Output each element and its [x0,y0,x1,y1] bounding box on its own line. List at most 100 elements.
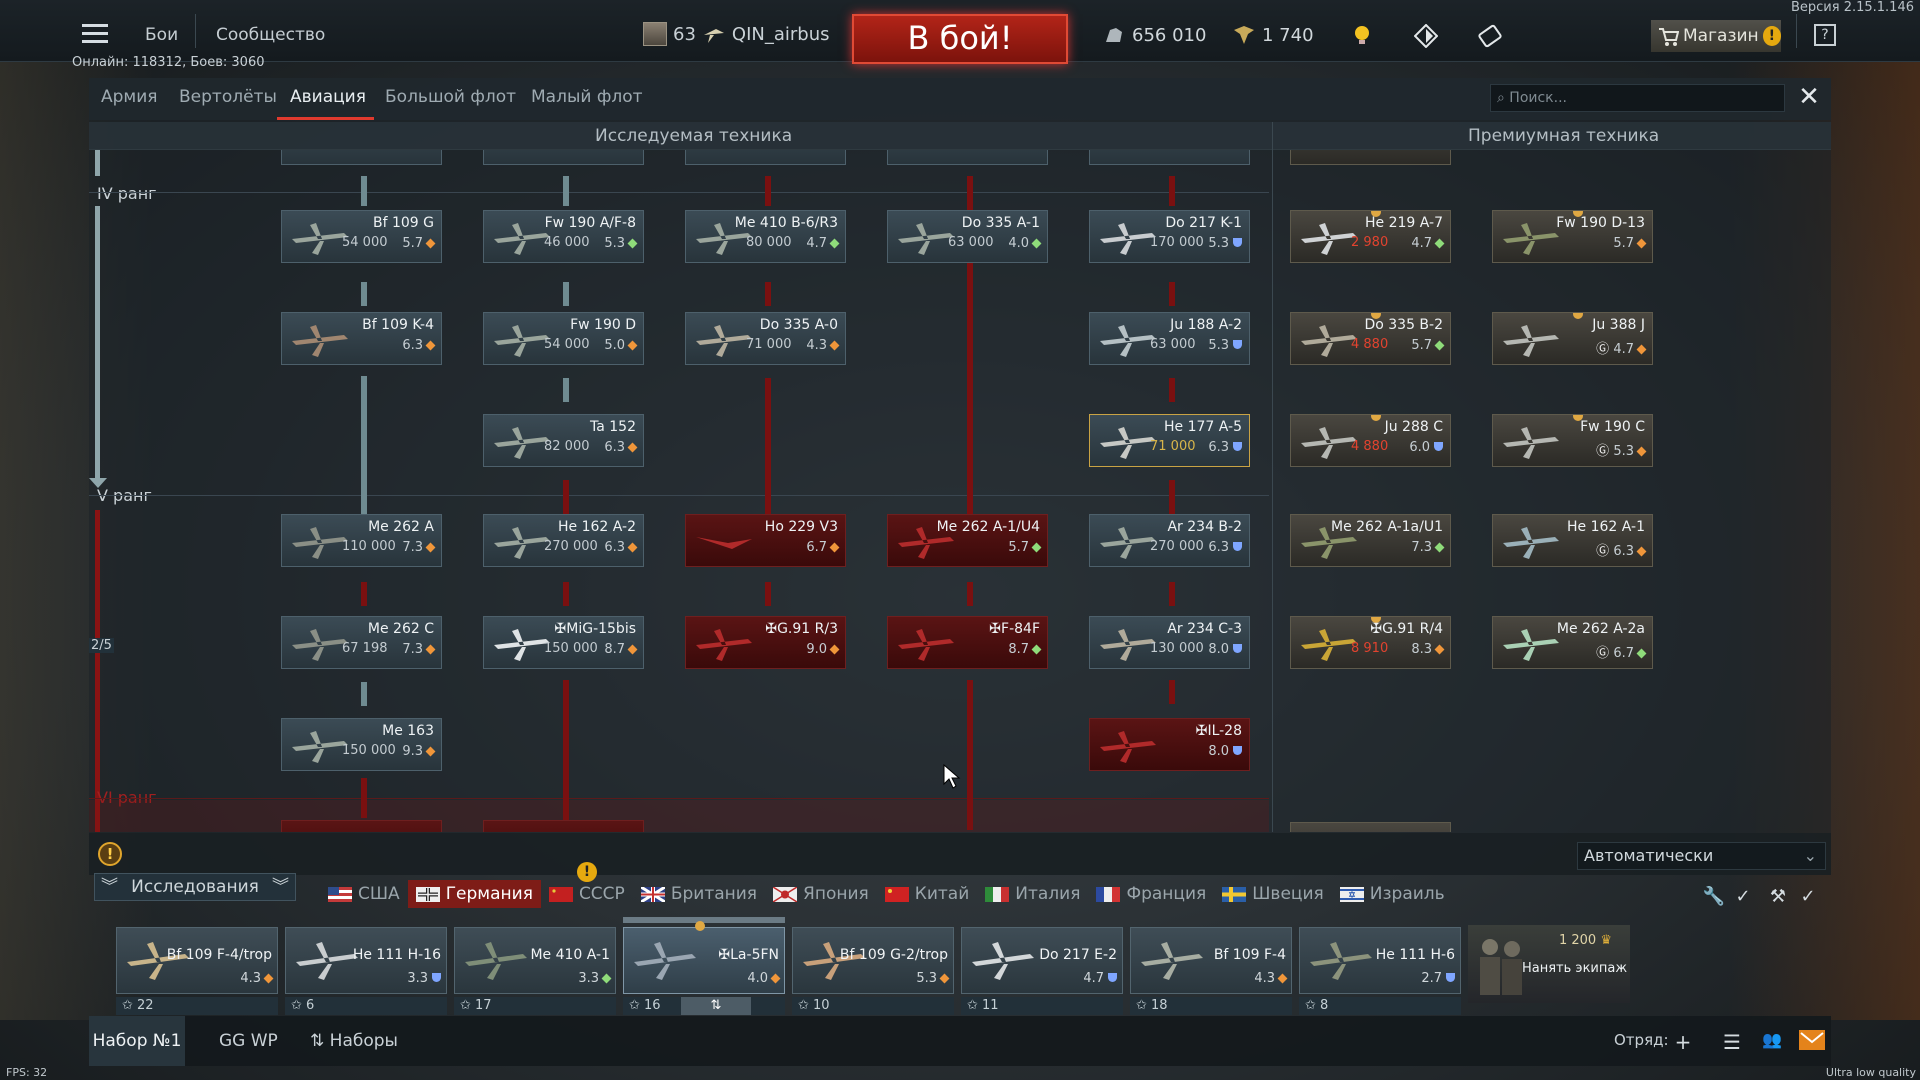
to-battle-button[interactable]: В бой! [852,14,1068,64]
vehicle-card[interactable]: Me 163 150 000 9.3 [281,718,442,771]
vehicle-card[interactable] [887,150,1048,165]
help-button[interactable]: ? [1814,24,1836,46]
vehicle-card[interactable] [685,150,846,165]
vehicle-card[interactable]: Ta 152 82 000 6.3 [483,414,644,467]
research-cost: 67 198 [342,641,388,656]
vehicle-card[interactable]: He 162 A-2 270 000 6.3 [483,514,644,567]
auto-select-dropdown[interactable]: Автоматически ⌄ [1577,842,1826,870]
vehicle-card[interactable] [1290,822,1451,832]
vehicle-card[interactable]: Do 217 K-1 170 000 5.3 [1089,210,1250,263]
vehicle-card[interactable]: He 162 A-1 Ⓖ 6.3 [1492,514,1653,567]
contacts-icon[interactable]: 👥 [1760,1030,1784,1052]
menu-icon[interactable] [82,24,108,43]
ussr-flag-icon [548,886,573,902]
vehicle-card[interactable]: He 177 A-5 71 000 6.3 [1089,414,1250,467]
hire-crew-button[interactable]: 1 200 ♛ Нанять экипаж [1468,925,1630,1003]
nation-tab-japan[interactable]: Япония [765,880,877,908]
swap-icon[interactable]: ⇅ [681,997,751,1015]
vehicle-card[interactable]: Me 262 C 67 198 7.3 [281,616,442,669]
vehicle-card[interactable]: Me 262 A-2a Ⓖ 6.7 [1492,616,1653,669]
purchase-cost: 2 980 [1351,235,1389,250]
tech-tree[interactable]: IV ранг V ранг 2/5 VI ранг Bf 109 G 54 00… [89,150,1831,832]
crew-slot[interactable]: Bf 109 F-4/trop 4.3 ✩ 22 [116,927,278,1021]
vehicle-card[interactable]: Fw 190 C Ⓖ 5.3 [1492,414,1653,467]
vehicle-card[interactable]: Me 262 A-1a/U1 7.3 [1290,514,1451,567]
checkmark-icon[interactable]: ✓ [1731,886,1755,907]
vehicle-card[interactable]: Ho 229 V3 6.7 [685,514,846,567]
crew-slot[interactable]: He 111 H-16 3.3 ✩ 6 [285,927,447,1021]
warning-icon[interactable]: ! [98,842,122,866]
nation-tab-britain[interactable]: Британия [633,880,765,908]
ggwp-button[interactable]: GG WP [219,1031,278,1051]
vehicle-card[interactable]: Do 335 B-2 4 880 5.7 [1290,312,1451,365]
vehicle-card[interactable]: Bf 109 K-4 6.3 [281,312,442,365]
nation-tab-ussr[interactable]: ! СССР [541,862,633,908]
nation-tab-germany[interactable]: Германия [407,880,541,908]
crew-slot[interactable]: Bf 109 F-4 4.3 ✩ 18 [1130,927,1292,1021]
crew-slot[interactable]: Bf 109 G-2/trop 5.3 ✩ 10 [792,927,954,1021]
vehicle-card[interactable]: Bf 109 G 54 000 5.7 [281,210,442,263]
vehicle-card[interactable]: ✠F-84F 8.7 [887,616,1048,669]
vehicle-name: Me 262 A [368,519,434,535]
wrench-icon[interactable]: 🔧 [1702,886,1726,907]
vehicle-card[interactable]: ✠G.91 R/4 8 910 8.3 [1290,616,1451,669]
crew-slot[interactable]: Do 217 E-2 4.7 ✩ 11 [961,927,1123,1021]
presets-button[interactable]: ⇅ Наборы [310,1031,398,1051]
crew-slot-selected[interactable]: ✠La-5FN 4.0 ✩ 16 ⇅ [623,917,785,1021]
vehicle-card[interactable] [483,150,644,165]
vehicle-card[interactable]: Me 262 A 110 000 7.3 [281,514,442,567]
vehicle-card[interactable]: Fw 190 D 54 000 5.0 [483,312,644,365]
vehicle-card[interactable] [1290,150,1451,165]
vehicle-card[interactable]: Do 335 A-0 71 000 4.3 [685,312,846,365]
vehicle-card[interactable] [483,820,644,832]
vehicle-card[interactable]: Ju 188 A-2 63 000 5.3 [1089,312,1250,365]
vehicle-card[interactable]: ✠G.91 R/3 9.0 [685,616,846,669]
player-info[interactable]: 63 QIN_airbus [643,22,830,46]
tab-bluewater-fleet[interactable]: Большой флот [385,87,516,107]
nation-tab-china[interactable]: Китай [877,880,978,908]
nav-battles[interactable]: Бои [145,25,178,45]
vehicle-card[interactable]: Do 335 A-1 63 000 4.0 [887,210,1048,263]
crew-slot[interactable]: Me 410 A-1 3.3 ✩ 17 [454,927,616,1021]
vehicle-card[interactable]: Me 262 A-1/U4 5.7 [887,514,1048,567]
vehicle-card[interactable]: Ju 288 C 4 880 6.0 [1290,414,1451,467]
coupon-icon[interactable] [1478,24,1502,48]
double-wrench-icon[interactable]: ⚒ [1766,886,1790,907]
close-icon[interactable]: ✕ [1795,84,1823,112]
vehicle-card[interactable]: Ar 234 C-3 130 000 8.0 [1089,616,1250,669]
mail-icon[interactable] [1799,1030,1825,1050]
nation-tab-usa[interactable]: США [320,880,408,908]
crew-slot[interactable]: He 111 H-6 2.7 ✩ 8 [1299,927,1461,1021]
nav-community[interactable]: Сообщество [216,25,325,45]
shop-button[interactable]: Магазин ! [1651,20,1781,52]
vehicle-card[interactable]: Fw 190 A/F-8 46 000 5.3 [483,210,644,263]
vehicle-card[interactable]: ✠MiG-15bis 150 000 8.7 [483,616,644,669]
vehicle-card[interactable]: He 219 A-7 2 980 4.7 [1290,210,1451,263]
nation-tab-france[interactable]: Франция [1088,880,1214,908]
preset-tab-1[interactable]: Набор №1 [89,1016,185,1066]
vehicle-card[interactable]: Ju 388 J Ⓖ 4.7 [1492,312,1653,365]
vehicle-card[interactable]: Ar 234 B-2 270 000 6.3 [1089,514,1250,567]
avatar[interactable] [643,22,667,46]
tab-army[interactable]: Армия [101,87,158,107]
vehicle-card[interactable]: Fw 190 D-13 5.7 [1492,210,1653,263]
diamond-icon[interactable] [1414,24,1438,48]
search-input[interactable]: ⌕ Поиск... [1490,84,1785,112]
tab-helicopters[interactable]: Вертолёты [179,87,277,107]
sort-icon: ⇅ [310,1031,330,1051]
nation-tab-sweden[interactable]: Швеция [1214,880,1332,908]
checkmark-icon[interactable]: ✓ [1796,886,1820,907]
vehicle-card[interactable] [1089,150,1250,165]
nation-tab-italy[interactable]: Италия [977,880,1088,908]
vehicle-card[interactable]: Me 410 B-6/R3 80 000 4.7 [685,210,846,263]
nation-tab-israel[interactable]: Израиль [1332,880,1453,908]
tab-aviation[interactable]: Авиация [290,87,366,107]
lightbulb-icon[interactable] [1352,24,1372,46]
list-icon[interactable]: ☰ [1720,1030,1744,1054]
tab-coastal-fleet[interactable]: Малый флот [531,87,643,107]
vehicle-card[interactable]: ✠IL-28 8.0 [1089,718,1250,771]
vehicle-card[interactable] [281,150,442,165]
add-squad-icon[interactable]: + [1671,1030,1695,1054]
vehicle-card[interactable] [281,820,442,832]
research-toggle-button[interactable]: ︾ Исследования ︾ [94,873,296,901]
